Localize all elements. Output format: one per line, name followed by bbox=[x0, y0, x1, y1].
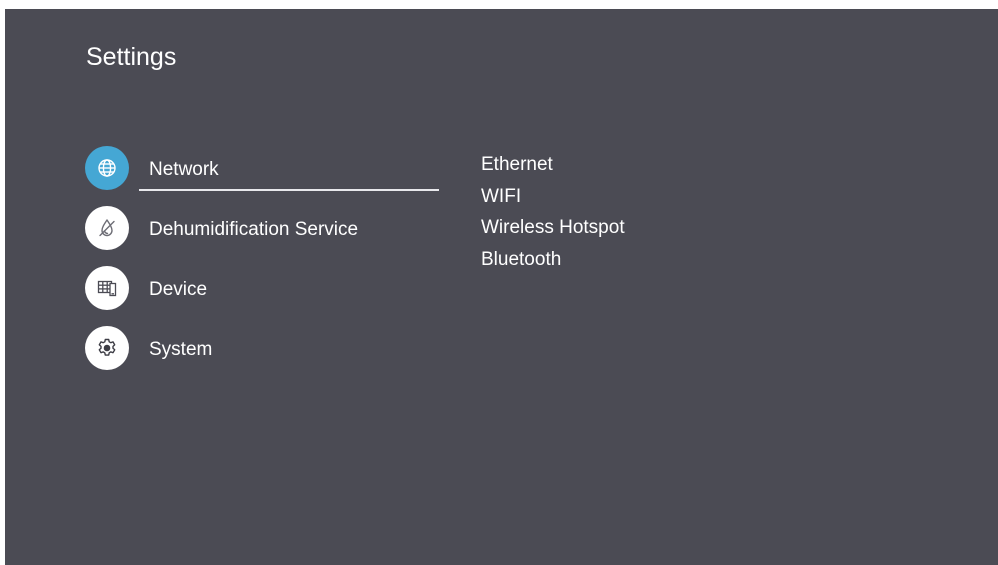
settings-screen: Settings Network Dehumidification Servic… bbox=[5, 9, 998, 565]
submenu-item-bluetooth[interactable]: Bluetooth bbox=[481, 249, 625, 281]
selection-underline bbox=[139, 189, 439, 191]
menu-item-device[interactable]: Device bbox=[85, 265, 440, 325]
submenu-item-wifi[interactable]: WIFI bbox=[481, 186, 625, 218]
menu-item-label: Network bbox=[149, 159, 219, 180]
menu-item-network[interactable]: Network bbox=[85, 145, 440, 205]
network-submenu: Ethernet WIFI Wireless Hotspot Bluetooth bbox=[481, 154, 625, 281]
settings-menu: Network Dehumidification Service Device … bbox=[85, 145, 440, 385]
dehumidifier-icon bbox=[85, 206, 129, 250]
menu-item-dehumidification-service[interactable]: Dehumidification Service bbox=[85, 205, 440, 265]
globe-icon bbox=[85, 146, 129, 190]
menu-item-label: Dehumidification Service bbox=[149, 219, 359, 240]
submenu-item-wireless-hotspot[interactable]: Wireless Hotspot bbox=[481, 217, 625, 249]
menu-item-system[interactable]: System bbox=[85, 325, 440, 385]
submenu-item-ethernet[interactable]: Ethernet bbox=[481, 154, 625, 186]
menu-item-label: System bbox=[149, 339, 213, 360]
menu-item-label: Device bbox=[149, 279, 208, 300]
device-icon bbox=[85, 266, 129, 310]
gear-icon bbox=[85, 326, 129, 370]
page-title: Settings bbox=[86, 43, 177, 71]
